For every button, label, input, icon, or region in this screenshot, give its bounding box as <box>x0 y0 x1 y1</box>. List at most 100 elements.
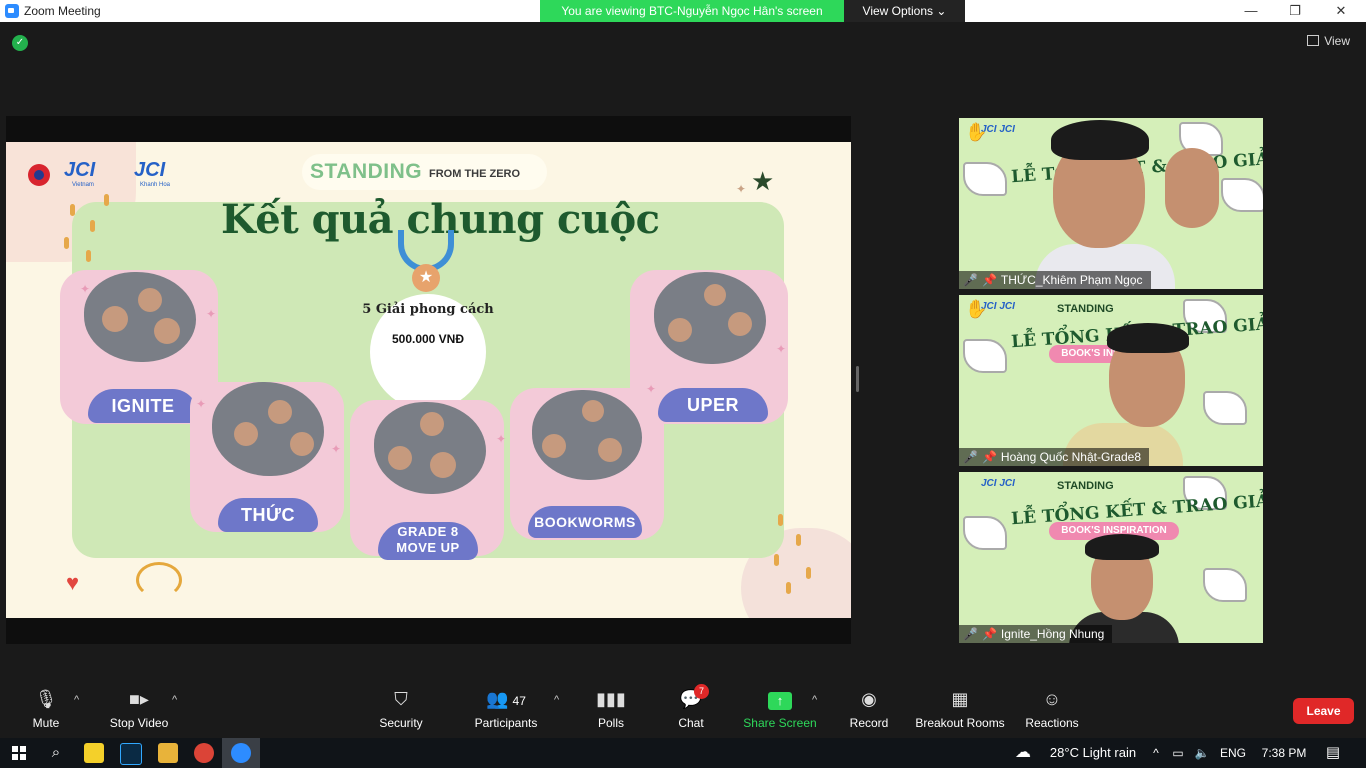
prize-amount: 500.000 VNĐ <box>391 332 465 346</box>
muted-mic-icon: 🎤 <box>963 627 978 641</box>
record-button[interactable]: ◉ Record <box>846 688 892 730</box>
zoom-app-icon <box>5 4 19 18</box>
breakout-rooms-icon: ▦ <box>951 689 969 709</box>
organization-logo <box>28 164 50 186</box>
mute-label: Mute <box>32 716 60 730</box>
close-button[interactable]: ✕ <box>1318 0 1364 22</box>
search-icon[interactable]: ⌕ <box>42 738 70 768</box>
mute-button[interactable]: 🎙 Mute <box>26 688 66 730</box>
prize-label: 5 Giải phong cách <box>362 302 494 317</box>
chrome-icon[interactable] <box>194 743 214 763</box>
book-decor <box>1203 568 1247 602</box>
polls-button[interactable]: ▮▮▮ Polls <box>592 688 630 730</box>
heart-icon: ♥ <box>66 570 80 595</box>
sparkle-icon: ✦ <box>331 442 342 456</box>
zoom-icon[interactable] <box>231 743 251 763</box>
video-camera-icon: ■▸ <box>129 689 149 709</box>
clock[interactable]: 7:38 PM <box>1256 738 1312 768</box>
sparkle-icon: ✦ <box>206 307 217 321</box>
sparkle-icon: ✦ <box>196 397 207 411</box>
team-label-stack: GRADE 8 MOVE UP <box>378 522 478 560</box>
encryption-shield-icon[interactable]: ✓ <box>12 35 28 51</box>
share-options-caret-icon[interactable]: ^ <box>812 694 817 706</box>
team-photo <box>654 272 766 364</box>
sticky-notes-icon[interactable] <box>84 743 104 763</box>
jci-logo-subtitle: Vietnam <box>72 182 94 188</box>
participant-name: THỨC_Khiêm Phạm Ngọc <box>1000 273 1143 287</box>
security-button[interactable]: ⛉ Security <box>372 688 430 730</box>
notifications-icon[interactable]: ▤ <box>1320 738 1346 768</box>
team-photo <box>84 272 196 362</box>
photoshop-icon[interactable] <box>120 743 142 765</box>
participants-options-caret-icon[interactable]: ^ <box>554 694 559 706</box>
view-options-label: View Options <box>862 4 934 18</box>
team-label: GRADE 8 <box>397 524 459 539</box>
panel-splitter[interactable] <box>856 366 859 392</box>
video-tile[interactable]: JCI JCI STANDING LỄ TỔNG KẾT & TRAO GIẢI… <box>959 472 1263 643</box>
view-options-button[interactable]: View Options ⌄ <box>844 0 965 22</box>
language-indicator[interactable]: ENG <box>1218 738 1248 768</box>
share-screen-button[interactable]: ↑ Share Screen <box>742 688 818 730</box>
windows-start-icon[interactable] <box>12 746 26 760</box>
chevron-down-icon: ⌄ <box>936 4 947 18</box>
dash-decor <box>778 514 783 526</box>
weather-status[interactable]: 28°C Light rain <box>1040 738 1146 768</box>
dash-decor <box>104 194 109 206</box>
pin-icon: 📌 <box>981 273 997 287</box>
chat-button[interactable]: 💬 7 Chat <box>672 684 710 730</box>
dash-decor <box>806 567 811 579</box>
view-layout-button[interactable]: View <box>1307 34 1350 48</box>
minimize-button[interactable]: — <box>1228 0 1274 22</box>
book-decor <box>963 162 1007 196</box>
video-tile[interactable]: JCI JCI STANDING LỄ TỔNG KẾT & TRAO GIẢI… <box>959 295 1263 466</box>
window-title: Zoom Meeting <box>24 4 101 18</box>
chevron-up-icon[interactable]: ^ <box>1148 738 1164 768</box>
reactions-button[interactable]: ☺ Reactions <box>1024 688 1080 730</box>
windows-taskbar: ⌕ ☁ 28°C Light rain ^ ▭ 🔈 ENG 7:38 PM ▤ <box>0 738 1366 768</box>
muted-mic-icon: 🎤 <box>963 273 978 287</box>
participant-nameplate: 🎤 📌 Ignite_Hồng Nhung <box>959 625 1113 643</box>
participant-hair <box>1107 323 1189 353</box>
dash-decor <box>86 250 91 262</box>
file-explorer-icon[interactable] <box>158 743 178 763</box>
participant-hair <box>1051 120 1149 160</box>
sparkle-icon: ✦ <box>736 182 747 196</box>
record-label: Record <box>849 716 889 730</box>
maximize-button[interactable]: ❐ <box>1272 0 1318 22</box>
raised-hand-icon: ✋ <box>965 299 988 319</box>
team-photo <box>374 402 486 494</box>
participant-name: Ignite_Hồng Nhung <box>1000 627 1105 641</box>
squiggle-decor <box>136 562 182 598</box>
pin-icon: 📌 <box>981 450 997 464</box>
jci-logo: JCI JCI <box>981 478 1015 489</box>
tile-standing-text: STANDING <box>1057 303 1114 315</box>
jci-logo-subtitle: Khanh Hoa <box>140 182 171 188</box>
participant-nameplate: 🎤 📌 Hoàng Quốc Nhật-Grade8 <box>959 448 1149 466</box>
video-tile[interactable]: JCI JCI LỄ TỔNG KẾT & TRAO GIẢI ✋ 🎤📌THỨC… <box>959 118 1263 289</box>
book-decor <box>963 516 1007 550</box>
book-decor <box>1221 178 1263 212</box>
participants-button[interactable]: 👥 47 Participants <box>470 688 542 730</box>
sparkle-icon: ✦ <box>496 432 507 446</box>
stop-video-label: Stop Video <box>109 716 169 730</box>
video-options-caret-icon[interactable]: ^ <box>172 694 177 706</box>
mute-options-caret-icon[interactable]: ^ <box>74 694 79 706</box>
stop-video-button[interactable]: ■▸ Stop Video <box>104 688 174 730</box>
from-the-zero-text: FROM THE ZERO <box>429 168 521 180</box>
book-decor <box>963 339 1007 373</box>
reactions-label: Reactions <box>1025 716 1079 730</box>
muted-mic-icon: 🎤 <box>963 450 978 464</box>
jci-logo: JCI <box>134 159 166 181</box>
volume-icon[interactable]: 🔈 <box>1192 738 1212 768</box>
battery-icon[interactable]: ▭ <box>1168 738 1188 768</box>
participants-label: Participants <box>474 716 538 730</box>
leave-button[interactable]: Leave <box>1293 698 1354 724</box>
breakout-rooms-button[interactable]: ▦ Breakout Rooms <box>914 688 1006 730</box>
chat-label: Chat <box>678 716 704 730</box>
sparkle-icon: ✦ <box>80 282 91 296</box>
star-icon: ★ <box>751 166 775 196</box>
book-decor <box>1203 391 1247 425</box>
jci-logo: JCI <box>64 159 96 181</box>
security-label: Security <box>379 716 423 730</box>
tile-standing-text: STANDING <box>1057 480 1114 492</box>
